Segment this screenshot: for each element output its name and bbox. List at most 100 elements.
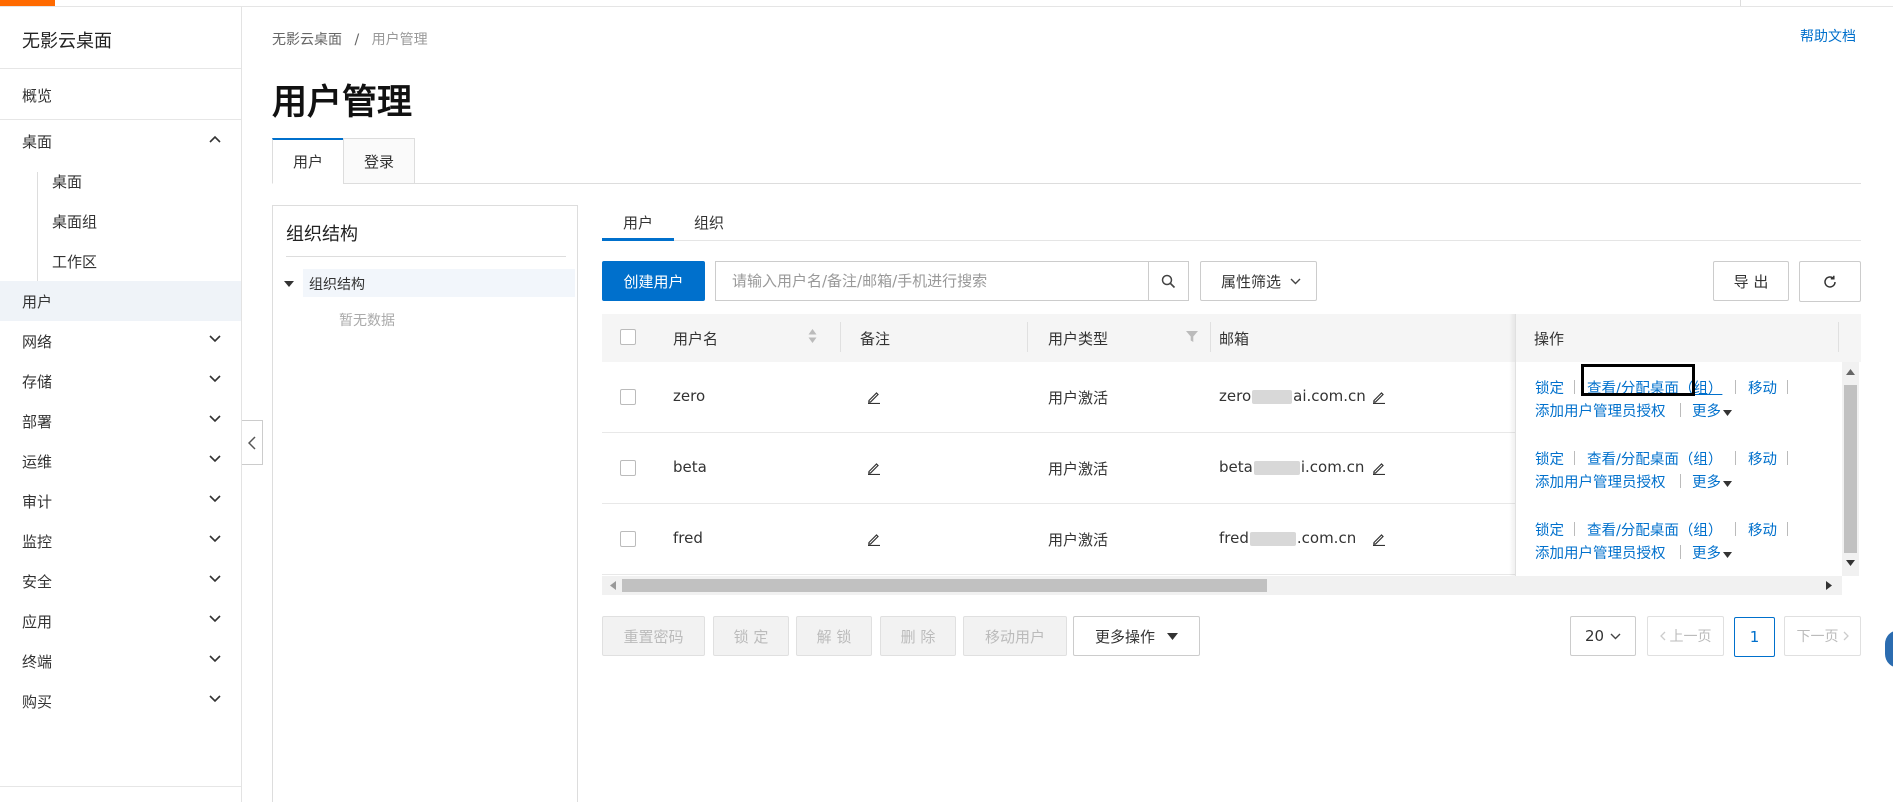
username-cell: beta xyxy=(673,458,707,476)
move-link[interactable]: 移动 xyxy=(1748,448,1777,469)
add-admin-auth-link[interactable]: 添加用户管理员授权 xyxy=(1535,471,1666,492)
sidebar-item-overview[interactable]: 概览 xyxy=(0,75,241,115)
edit-icon[interactable] xyxy=(867,390,881,404)
action-separator xyxy=(1574,451,1575,465)
page-size-select[interactable]: 20 xyxy=(1570,616,1636,656)
sidebar-item-monitor[interactable]: 监控 xyxy=(0,521,241,561)
filter-icon[interactable] xyxy=(1186,331,1198,342)
caret-down-icon[interactable] xyxy=(284,281,294,288)
breadcrumb-root[interactable]: 无影云桌面 xyxy=(272,32,342,48)
delete-button[interactable]: 删 除 xyxy=(880,616,956,656)
sort-icon[interactable] xyxy=(808,328,817,344)
more-actions-link[interactable]: 更多 xyxy=(1692,542,1732,563)
sidebar-item-network[interactable]: 网络 xyxy=(0,321,241,361)
sidebar-item-desktop[interactable]: 桌面 xyxy=(0,121,241,161)
edit-icon[interactable] xyxy=(1372,461,1386,475)
export-button[interactable]: 导 出 xyxy=(1713,261,1789,301)
org-tree-root-node[interactable]: 组织结构 xyxy=(309,274,365,294)
breadcrumb-separator: / xyxy=(354,32,360,48)
reset-password-button[interactable]: 重置密码 xyxy=(602,616,705,656)
assistant-bubble[interactable] xyxy=(1885,630,1893,668)
sidebar-item-audit[interactable]: 审计 xyxy=(0,481,241,521)
sidebar-item-apps[interactable]: 应用 xyxy=(0,601,241,641)
search-input[interactable] xyxy=(715,261,1149,301)
attribute-filter-button[interactable]: 属性筛选 xyxy=(1200,261,1317,301)
row-checkbox[interactable] xyxy=(620,389,636,405)
next-page-button[interactable]: 下一页 xyxy=(1784,616,1861,656)
move-user-button[interactable]: 移动用户 xyxy=(963,616,1067,656)
horizontal-scrollbar-thumb[interactable] xyxy=(622,579,1267,592)
action-separator xyxy=(1735,380,1736,394)
sidebar-brand[interactable]: 无影云桌面 xyxy=(22,27,112,53)
add-admin-auth-link[interactable]: 添加用户管理员授权 xyxy=(1535,400,1666,421)
add-admin-auth-link[interactable]: 添加用户管理员授权 xyxy=(1535,542,1666,563)
lock-button[interactable]: 锁 定 xyxy=(713,616,789,656)
row-checkbox[interactable] xyxy=(620,531,636,547)
user-type-cell: 用户激活 xyxy=(1048,460,1109,478)
view-assign-desktop-link[interactable]: 查看/分配桌面（组） xyxy=(1587,448,1722,469)
search-button[interactable] xyxy=(1148,261,1189,301)
select-all-checkbox[interactable] xyxy=(620,329,636,345)
subtabs-divider xyxy=(602,240,1861,241)
column-header-email: 邮箱 xyxy=(1219,330,1250,348)
vertical-scrollbar-thumb[interactable] xyxy=(1844,385,1857,553)
breadcrumb: 无影云桌面 / 用户管理 xyxy=(272,29,428,49)
chevron-down-icon xyxy=(209,335,221,345)
email-prefix: zero xyxy=(1219,387,1252,405)
sidebar-divider xyxy=(0,786,241,787)
lock-link[interactable]: 锁定 xyxy=(1535,448,1564,469)
caret-down-icon xyxy=(1723,410,1732,416)
org-panel-divider xyxy=(286,256,566,257)
top-bar-divider xyxy=(1740,0,1741,6)
sidebar-item-terminal[interactable]: 终端 xyxy=(0,641,241,681)
column-separator xyxy=(1027,322,1028,352)
scroll-up-arrow-icon[interactable] xyxy=(1846,369,1855,375)
lock-link[interactable]: 锁定 xyxy=(1535,519,1564,540)
edit-icon[interactable] xyxy=(867,461,881,475)
sidebar-item-label: 桌面 xyxy=(22,132,53,151)
sidebar-item-desktops[interactable]: 桌面 xyxy=(0,161,241,201)
sidebar-item-ops[interactable]: 运维 xyxy=(0,441,241,481)
create-user-button[interactable]: 创建用户 xyxy=(602,261,705,301)
sidebar-item-label: 桌面组 xyxy=(52,212,98,231)
more-operations-button[interactable]: 更多操作 xyxy=(1073,616,1200,656)
chevron-down-icon xyxy=(209,375,221,385)
more-actions-link[interactable]: 更多 xyxy=(1692,471,1732,492)
edit-icon[interactable] xyxy=(867,532,881,546)
sidebar-item-users[interactable]: 用户 xyxy=(0,281,241,321)
more-actions-link[interactable]: 更多 xyxy=(1692,400,1732,421)
prev-page-button[interactable]: 上一页 xyxy=(1647,616,1724,656)
chevron-left-icon xyxy=(1659,631,1665,641)
page-1-button[interactable]: 1 xyxy=(1734,617,1775,657)
email-cell: beta i.com.cn xyxy=(1219,458,1364,476)
sidebar-item-workspace[interactable]: 工作区 xyxy=(0,241,241,281)
sidebar-item-purchase[interactable]: 购买 xyxy=(0,681,241,721)
tab-users[interactable]: 用户 xyxy=(272,138,344,184)
help-docs-link[interactable]: 帮助文档 xyxy=(1800,26,1856,46)
action-separator xyxy=(1680,474,1681,488)
edit-icon[interactable] xyxy=(1372,532,1386,546)
row-checkbox[interactable] xyxy=(620,460,636,476)
edit-icon[interactable] xyxy=(1372,390,1386,404)
move-link[interactable]: 移动 xyxy=(1748,377,1777,398)
scroll-down-arrow-icon[interactable] xyxy=(1846,560,1855,566)
prev-page-label: 上一页 xyxy=(1669,629,1712,645)
scroll-right-arrow-icon[interactable] xyxy=(1826,581,1832,590)
column-header-username: 用户名 xyxy=(673,330,719,348)
chevron-up-icon xyxy=(209,135,221,145)
subtab-orgs[interactable]: 组织 xyxy=(694,212,724,233)
refresh-button[interactable] xyxy=(1799,261,1861,302)
subtab-users[interactable]: 用户 xyxy=(623,212,653,233)
scroll-left-arrow-icon[interactable] xyxy=(610,581,616,590)
lock-link[interactable]: 锁定 xyxy=(1535,377,1564,398)
move-link[interactable]: 移动 xyxy=(1748,519,1777,540)
sidebar-item-storage[interactable]: 存储 xyxy=(0,361,241,401)
unlock-button[interactable]: 解 锁 xyxy=(796,616,872,656)
tab-login[interactable]: 登录 xyxy=(343,138,415,184)
action-separator xyxy=(1574,522,1575,536)
sidebar-item-security[interactable]: 安全 xyxy=(0,561,241,601)
sidebar-item-desktop-groups[interactable]: 桌面组 xyxy=(0,201,241,241)
view-assign-desktop-link[interactable]: 查看/分配桌面（组） xyxy=(1587,519,1722,540)
sidebar-collapse-button[interactable] xyxy=(242,420,263,465)
sidebar-item-deploy[interactable]: 部署 xyxy=(0,401,241,441)
